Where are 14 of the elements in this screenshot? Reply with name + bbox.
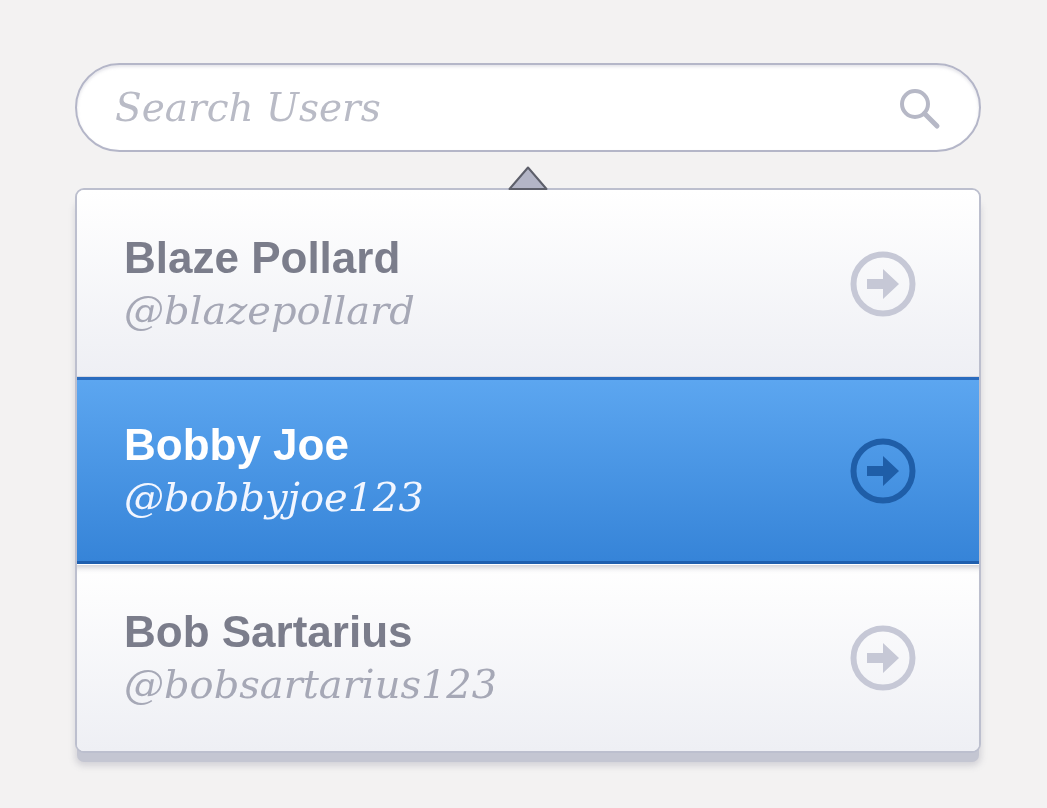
user-name: Blaze Pollard: [124, 232, 401, 283]
user-handle: @blazepollard: [124, 285, 415, 335]
user-handle: @bobbyjoe123: [124, 472, 424, 522]
user-name: Bob Sartarius: [124, 607, 413, 657]
user-handle: @bobsartarius123: [124, 660, 498, 709]
user-row[interactable]: Blaze Pollard @blazepollard: [77, 190, 979, 377]
arrow-circle-icon: [850, 625, 916, 691]
search-icon: [897, 86, 941, 130]
arrow-circle-icon: [850, 437, 916, 504]
search-field[interactable]: Search Users: [75, 63, 981, 152]
user-name: Bobby Joe: [124, 419, 349, 470]
user-row[interactable]: Bob Sartarius @bobsartarius123: [77, 564, 979, 751]
arrow-circle-icon: [850, 250, 916, 317]
user-row[interactable]: Bobby Joe @bobbyjoe123: [77, 377, 979, 564]
